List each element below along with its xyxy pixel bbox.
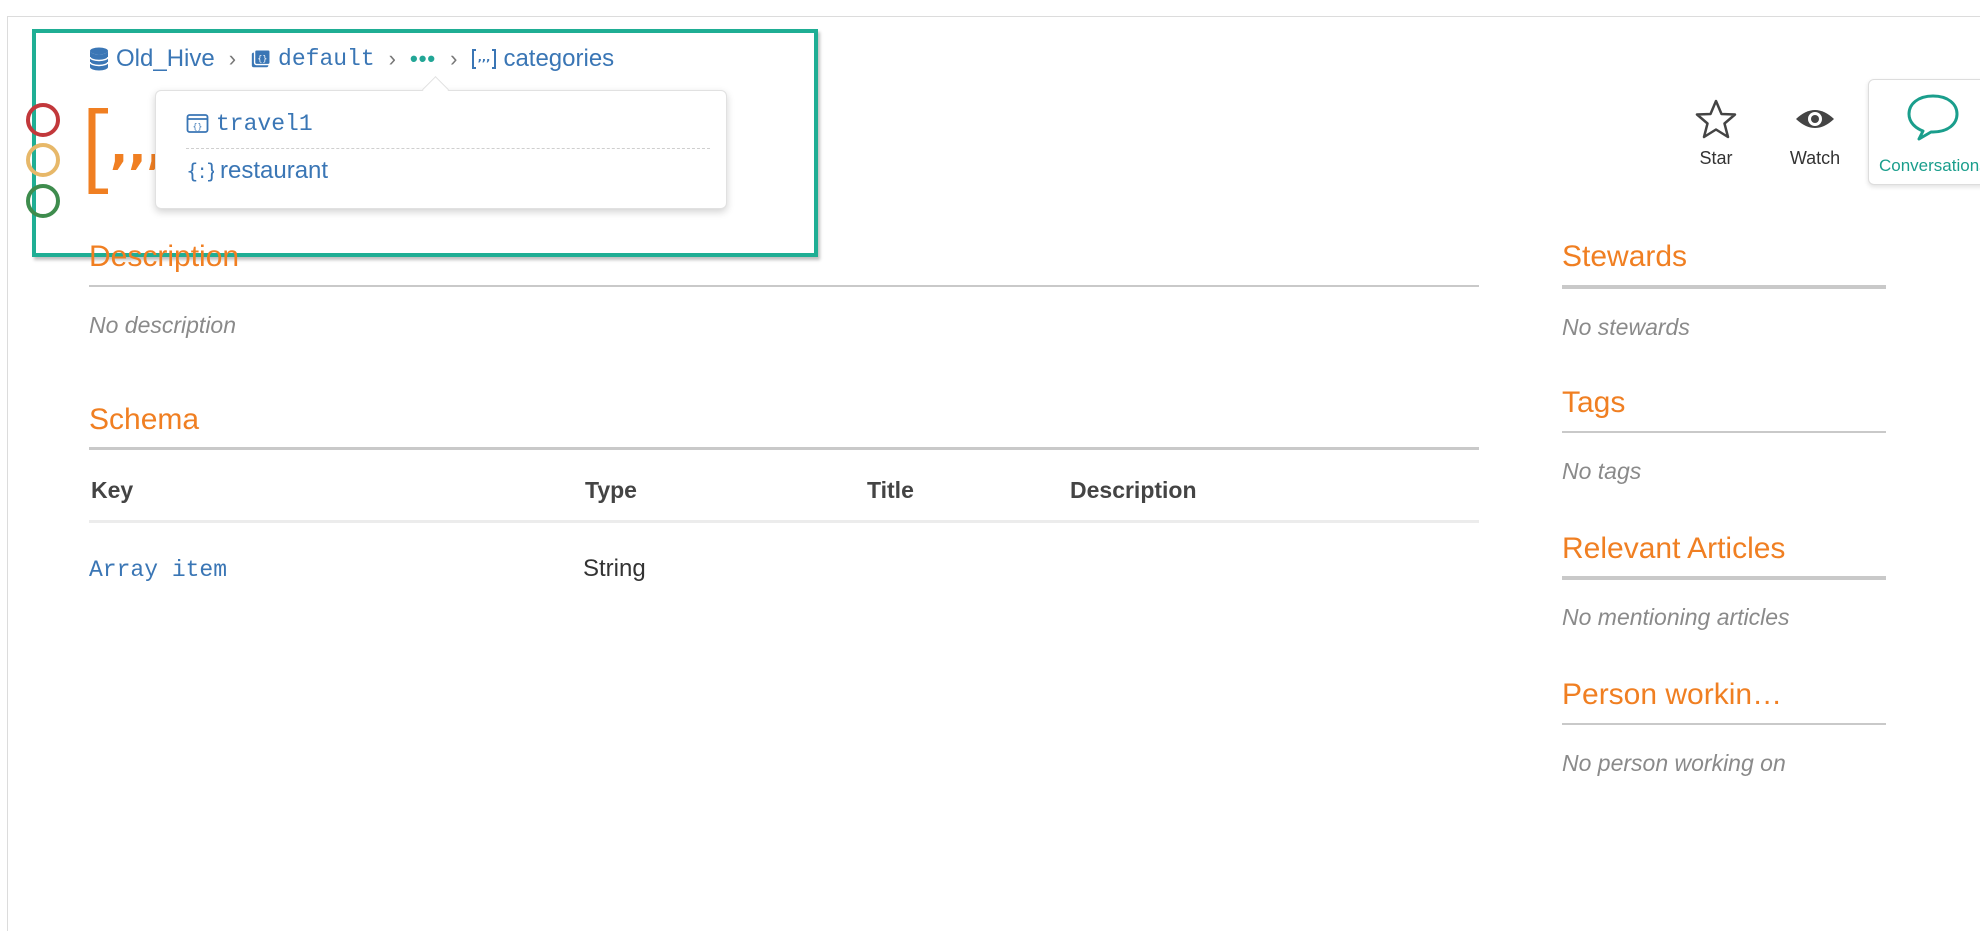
description-title: Description — [89, 240, 240, 273]
breadcrumb-separator: › — [388, 46, 396, 71]
conversations-button[interactable]: Conversations — [1868, 79, 1980, 185]
database-icon — [89, 47, 109, 71]
watch-button[interactable]: Watch — [1770, 98, 1860, 169]
svg-text:,,,: ,,, — [478, 51, 491, 64]
star-icon — [1695, 99, 1737, 139]
breadcrumb-current-label: categories — [503, 45, 615, 72]
svg-text:{}: {} — [257, 53, 267, 63]
svg-text:{}: {} — [193, 122, 203, 131]
struct-icon: {:} — [186, 160, 214, 182]
tags-empty: No tags — [1562, 458, 1642, 484]
breadcrumb-popover: {} travel1 {:} restaurant — [155, 76, 727, 209]
person-working-title: Person workin… — [1562, 678, 1783, 711]
array-icon: ,,, — [472, 49, 497, 69]
person-working-rule — [1562, 723, 1886, 725]
breadcrumb: Old_Hive › {} default › ••• › ,,, catego… — [88, 44, 614, 74]
stewards-title: Stewards — [1562, 240, 1688, 273]
breadcrumb-database[interactable]: Old_Hive — [88, 45, 215, 73]
row-type: String — [583, 555, 646, 582]
articles-empty: No mentioning articles — [1562, 604, 1790, 630]
popover-item-label: restaurant — [220, 157, 329, 184]
chat-bubble-icon — [1907, 94, 1959, 141]
breadcrumb-schema[interactable]: {} default — [250, 46, 375, 72]
schema-icon: {} — [251, 49, 271, 68]
breadcrumb-ellipsis-button[interactable]: ••• — [410, 46, 436, 72]
popover-item-travel1[interactable]: {} travel1 — [186, 111, 313, 137]
table-header-rule — [89, 520, 1479, 523]
svg-text:,,,: ,,, — [110, 119, 158, 175]
column-header-type[interactable]: Type — [585, 477, 637, 504]
articles-title: Relevant Articles — [1562, 532, 1786, 565]
breadcrumb-separator: › — [228, 46, 237, 71]
person-working-empty: No person working on — [1562, 750, 1786, 776]
tags-rule — [1562, 431, 1886, 433]
svg-text:{:}: {:} — [186, 160, 214, 182]
schema-rule — [89, 447, 1479, 450]
description-empty: No description — [89, 312, 237, 338]
eye-icon — [1796, 110, 1834, 128]
breadcrumb-database-label: Old_Hive — [116, 45, 215, 72]
breadcrumb-separator: › — [450, 46, 458, 71]
close-window-button[interactable] — [26, 103, 60, 137]
column-header-title[interactable]: Title — [867, 477, 914, 504]
stewards-rule — [1562, 285, 1886, 289]
breadcrumb-schema-label: default — [278, 46, 375, 72]
popover-item-label: travel1 — [216, 111, 313, 137]
popover-item-restaurant[interactable]: {:} restaurant — [186, 157, 328, 185]
description-rule — [89, 285, 1479, 287]
schema-title: Schema — [89, 403, 200, 436]
star-button[interactable]: Star — [1671, 98, 1761, 169]
table-icon: {} — [186, 114, 209, 133]
column-header-key[interactable]: Key — [91, 477, 133, 504]
articles-rule — [1562, 576, 1886, 580]
minimize-window-button[interactable] — [26, 143, 60, 177]
watch-label: Watch — [1789, 148, 1841, 168]
conversations-label: Conversations — [1879, 156, 1980, 175]
column-header-description[interactable]: Description — [1070, 477, 1197, 504]
maximize-window-button[interactable] — [26, 184, 60, 218]
row-key-link[interactable]: Array item — [89, 557, 227, 583]
star-label: Star — [1699, 148, 1733, 168]
tags-title: Tags — [1562, 386, 1626, 419]
stewards-empty: No stewards — [1562, 314, 1690, 340]
breadcrumb-current[interactable]: ,,, categories — [471, 45, 614, 73]
array-title-icon: ,,, — [88, 108, 158, 194]
popover-divider — [186, 148, 710, 149]
